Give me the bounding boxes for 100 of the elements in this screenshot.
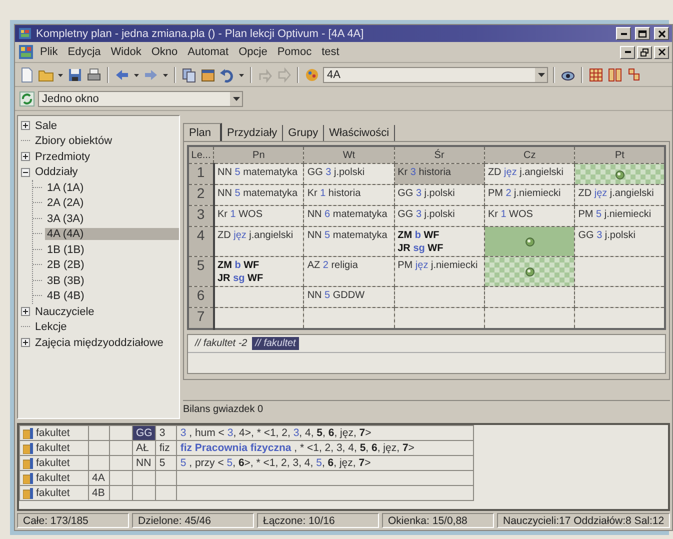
minimize-button[interactable] xyxy=(620,46,636,58)
expand-icon[interactable] xyxy=(21,307,30,316)
undo-icon[interactable] xyxy=(219,66,235,82)
tab[interactable]: Właściwości xyxy=(324,125,396,141)
table-cell[interactable] xyxy=(484,256,575,286)
expand-icon[interactable] xyxy=(21,152,30,162)
minimize-button[interactable] xyxy=(616,27,632,40)
tree-item[interactable]: 3A (3A) xyxy=(45,212,86,225)
table-cell[interactable] xyxy=(574,256,666,286)
window-mode-combo[interactable]: Jedno okno xyxy=(38,90,243,106)
menu-item[interactable]: test xyxy=(318,45,344,59)
tree-item[interactable]: 3B (3B) xyxy=(45,274,86,287)
blocks-icon[interactable] xyxy=(626,66,642,82)
expand-icon[interactable] xyxy=(21,121,30,130)
tab[interactable]: Grupy xyxy=(283,125,324,141)
grid-icon[interactable] xyxy=(588,66,604,82)
menu-item[interactable]: Plik xyxy=(36,45,62,59)
tab[interactable]: Plan xyxy=(183,123,222,141)
table-cell[interactable]: PM 2 j.niemiecki xyxy=(484,184,575,206)
palette-icon[interactable] xyxy=(304,66,320,82)
table-cell[interactable] xyxy=(394,286,484,308)
lesson-text: JR sg WF xyxy=(218,272,264,285)
column-header: Pt xyxy=(574,146,666,164)
column-header: Pn xyxy=(214,146,304,164)
menu-item[interactable]: Automat xyxy=(184,45,233,59)
table-cell[interactable]: Kr 1 historia xyxy=(304,184,394,206)
tree-item[interactable]: 4B (4B) xyxy=(45,290,86,302)
table-cell[interactable]: NN 6 matematyka xyxy=(304,206,394,226)
menu-item[interactable]: Widok xyxy=(106,45,146,59)
window-icon[interactable] xyxy=(200,66,216,82)
tree-item[interactable]: Zajęcia międzyoddziałowe xyxy=(33,336,166,349)
table-cell[interactable]: NN 5 GDDW xyxy=(304,286,394,308)
table-cell[interactable] xyxy=(214,308,304,329)
lesson-text: AZ 2 religia xyxy=(307,259,359,272)
tree-item[interactable]: Sale xyxy=(33,120,60,132)
table-cell[interactable] xyxy=(574,164,666,184)
table-cell[interactable] xyxy=(394,308,484,329)
table-cell[interactable] xyxy=(574,308,666,329)
table-cell[interactable]: ZD jęz j.angielski xyxy=(574,184,666,206)
close-button[interactable] xyxy=(654,46,670,58)
tree-item[interactable]: 2A (2A) xyxy=(45,197,86,210)
restore-button[interactable] xyxy=(637,46,652,58)
table-cell[interactable] xyxy=(484,286,575,308)
columns-icon[interactable] xyxy=(607,66,623,82)
table-cell[interactable]: ZM b WF JR sg WF xyxy=(394,226,484,256)
column-header: Le... xyxy=(188,146,214,164)
table-cell xyxy=(156,486,177,500)
table-cell[interactable] xyxy=(304,308,394,329)
table-cell[interactable]: ZD jęz j.angielski xyxy=(484,164,575,184)
table-cell[interactable]: ZM b WF JR sg WF xyxy=(214,256,304,286)
lesson-text: ZM b WF xyxy=(218,259,260,272)
table-cell[interactable]: ZD jęz j.angielski xyxy=(214,226,304,256)
tree-item[interactable]: Przedmioty xyxy=(33,150,92,163)
sheet-tab[interactable]: // fakultet xyxy=(252,337,299,350)
copy-icon[interactable] xyxy=(181,66,197,82)
menu-item[interactable]: Okno xyxy=(147,45,182,59)
table-cell[interactable]: GG 3 j.polski xyxy=(394,184,484,206)
table-cell: fakultet xyxy=(36,442,70,454)
table-cell[interactable]: Kr 3 historia xyxy=(394,164,484,184)
app-icon xyxy=(18,27,32,40)
table-cell[interactable]: Kr 1 WOS xyxy=(214,206,304,226)
close-button[interactable] xyxy=(654,27,670,40)
menu-item[interactable]: Edycja xyxy=(64,45,105,59)
maximize-button[interactable] xyxy=(635,27,650,40)
tree-item[interactable]: Lekcje xyxy=(33,321,69,334)
tree-item[interactable]: 2B (2B) xyxy=(45,259,86,272)
tree-item[interactable]: Nauczyciele xyxy=(33,306,96,318)
table-cell[interactable]: AZ 2 religia xyxy=(304,256,394,286)
table-cell[interactable] xyxy=(214,286,304,308)
table-cell[interactable] xyxy=(574,286,666,308)
table-cell[interactable]: PM jęz j.niemiecki xyxy=(394,256,484,286)
table-cell[interactable]: Kr 1 WOS xyxy=(484,206,575,226)
document-icon[interactable] xyxy=(19,66,35,82)
table-cell[interactable]: GG 3 j.polski xyxy=(304,164,394,184)
tree-item[interactable]: Zbiory obiektów xyxy=(33,135,114,148)
menu-item[interactable]: Pomoc xyxy=(273,45,316,59)
sheet-tab[interactable]: // fakultet -2 xyxy=(192,337,250,350)
tree-item[interactable]: 4A (4A) xyxy=(45,228,179,240)
printer-icon[interactable] xyxy=(86,66,102,82)
table-cell xyxy=(156,470,177,486)
menu-item[interactable]: Opcje xyxy=(234,45,272,59)
tab[interactable]: Przydziały xyxy=(222,125,284,141)
tree-item[interactable]: Oddziały xyxy=(33,166,80,178)
folder-icon xyxy=(23,428,34,438)
row-number: 3 xyxy=(188,206,214,226)
table-cell[interactable]: NN 5 matematyka xyxy=(214,164,304,184)
table-cell[interactable]: NN 5 matematyka xyxy=(214,184,304,206)
tree-item[interactable]: 1B (1B) xyxy=(45,244,86,256)
expand-icon[interactable] xyxy=(21,338,30,348)
table-cell[interactable] xyxy=(484,226,575,256)
table-cell[interactable]: PM 5 j.niemiecki xyxy=(574,206,666,226)
tree-item[interactable]: 1A (1A) xyxy=(45,182,86,194)
refresh-icon[interactable] xyxy=(19,90,35,106)
collapse-icon[interactable] xyxy=(21,168,30,177)
lesson-text: Kr 3 historia xyxy=(398,166,452,179)
table-cell[interactable]: NN 5 matematyka xyxy=(304,226,394,256)
class-combo[interactable]: 4A xyxy=(323,66,548,82)
table-cell[interactable] xyxy=(484,308,575,329)
table-cell[interactable]: GG 3 j.polski xyxy=(574,226,666,256)
table-cell[interactable]: GG 3 j.polski xyxy=(394,206,484,226)
